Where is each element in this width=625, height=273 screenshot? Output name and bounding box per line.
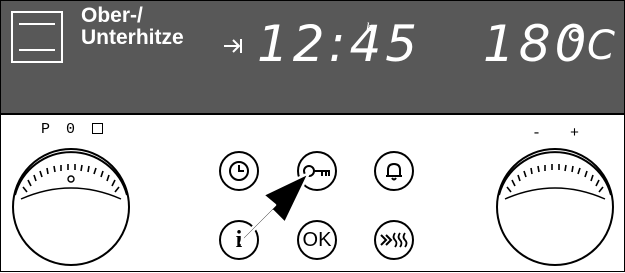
temperature-knob[interactable]	[485, 137, 625, 273]
oven-mode-icon	[11, 11, 63, 63]
hand-pointer-arrow-icon	[239, 171, 311, 245]
alarm-button[interactable]	[374, 151, 414, 191]
rapid-heat-button[interactable]	[374, 220, 414, 260]
timer-arrow-icon	[224, 39, 242, 53]
mode-label: Ober-/ Unterhitze	[81, 4, 184, 49]
time-unit: h	[366, 19, 373, 34]
knob-label-zero: 0	[66, 121, 76, 138]
knob-label-p: P	[41, 121, 51, 138]
temperature-unit: °C	[565, 23, 617, 69]
oven-display: Ober-/ Unterhitze 12:45 h 180 °C	[1, 1, 624, 115]
square-mark-icon	[92, 123, 103, 134]
rapid-heat-icon	[380, 232, 408, 248]
bell-icon	[386, 162, 402, 181]
time-readout: 12:45	[257, 15, 422, 73]
oven-control-panel: Ober-/ Unterhitze 12:45 h 180 °C P 0 - +…	[0, 0, 625, 272]
function-selector-knob[interactable]	[1, 137, 141, 273]
